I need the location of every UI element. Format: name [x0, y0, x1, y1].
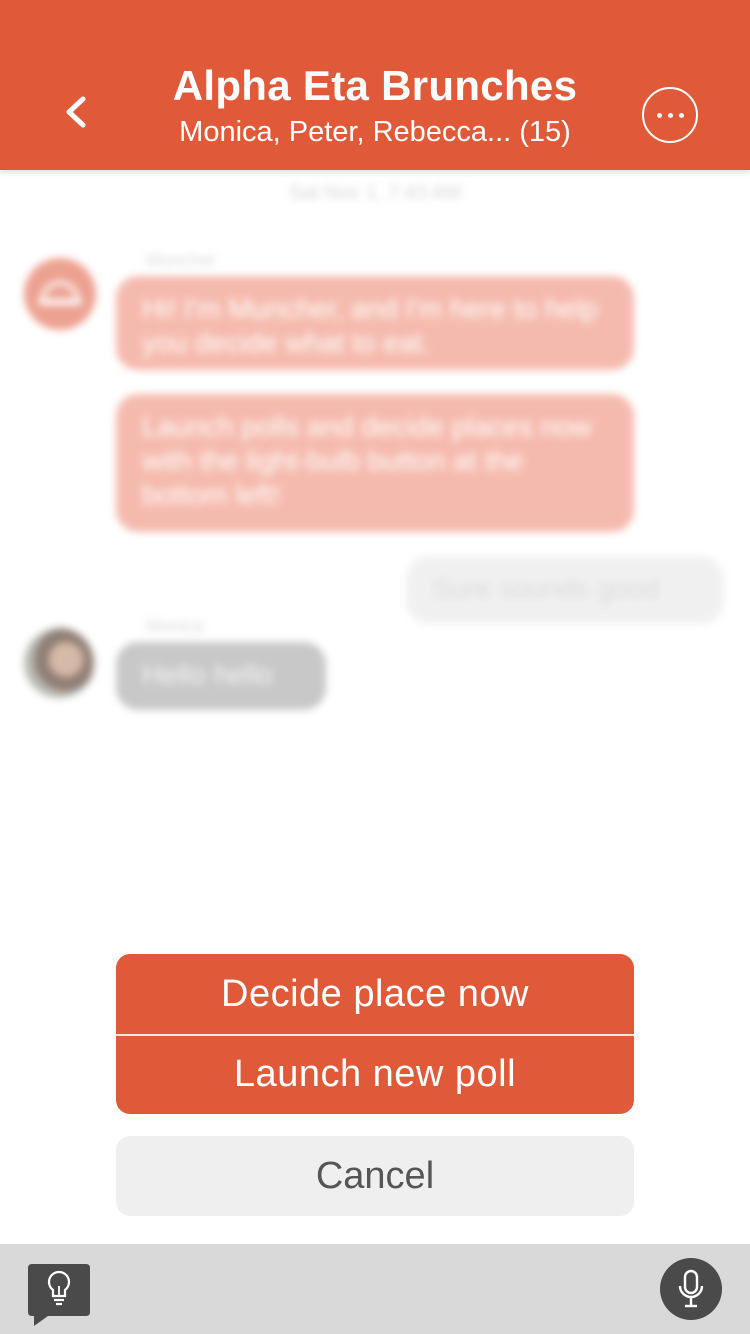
chat-header: Alpha Eta Brunches Monica, Peter, Rebecc…	[0, 0, 750, 170]
more-options-icon-dot	[678, 112, 684, 118]
bot-message-bubble: Hi! I'm Muncher, and I'm here to help yo…	[116, 276, 634, 370]
more-options-icon	[656, 112, 662, 118]
bot-sender-name: Muncher	[146, 250, 217, 270]
user-sender-name: Monica	[146, 616, 205, 636]
user-message-bubble: Hello hello	[116, 642, 326, 710]
composer-bar	[0, 1244, 750, 1334]
my-message-bubble: Sure sounds good	[406, 556, 724, 624]
bot-avatar	[24, 258, 96, 330]
lightbulb-button[interactable]	[26, 1262, 92, 1328]
decide-place-button[interactable]: Decide place now	[116, 954, 634, 1034]
muncher-logo-icon	[38, 281, 82, 305]
message-timestamp: Sat Nov 1, 7:43 AM	[288, 182, 462, 204]
bot-message-bubble: Launch polls and decide places now with …	[116, 394, 634, 532]
launch-poll-button[interactable]: Launch new poll	[116, 1036, 634, 1114]
more-options-icon-dot	[667, 112, 673, 118]
lightbulb-icon	[28, 1264, 90, 1326]
cancel-button[interactable]: Cancel	[116, 1136, 634, 1216]
group-members[interactable]: Monica, Peter, Rebecca... (15)	[0, 116, 750, 149]
more-options-button[interactable]	[642, 87, 698, 143]
user-avatar	[24, 628, 94, 698]
group-title: Alpha Eta Brunches	[172, 62, 578, 109]
action-sheet: Decide place now Launch new poll	[116, 954, 634, 1114]
microphone-icon	[678, 1269, 704, 1308]
microphone-button[interactable]	[660, 1258, 722, 1320]
